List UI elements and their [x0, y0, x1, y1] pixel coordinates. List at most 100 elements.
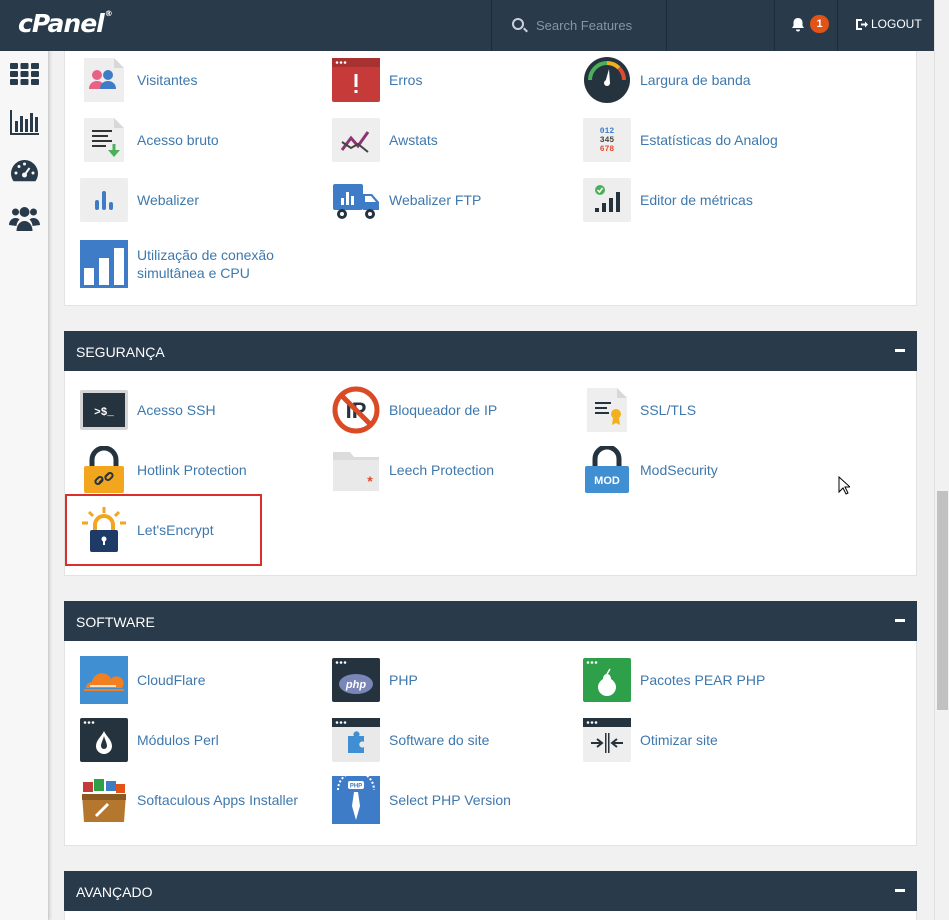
feature-label: SSL/TLS: [640, 402, 697, 418]
feature-label: Bloqueador de IP: [389, 402, 498, 418]
metrics-editor-icon: [583, 178, 631, 222]
feature-label: Hotlink Protection: [137, 462, 247, 478]
panel-title: SOFTWARE: [76, 614, 155, 630]
feature-label: Estatísticas do Analog: [640, 132, 778, 148]
feature-webalizer[interactable]: Webalizer: [80, 174, 330, 226]
collapse-icon[interactable]: [895, 349, 905, 352]
feature-bandwidth[interactable]: Largura de banda: [583, 54, 833, 106]
feature-ssh-access[interactable]: >$_ Acesso SSH: [80, 384, 330, 436]
visitors-icon: [84, 58, 124, 102]
grid-icon[interactable]: [9, 58, 40, 89]
ip-blocker-icon: IP: [332, 386, 380, 434]
feature-hotlink-protection[interactable]: Hotlink Protection: [80, 444, 330, 496]
feature-label: Software do site: [389, 732, 490, 748]
folder-icon: *: [333, 452, 379, 491]
feature-perl-modules[interactable]: Módulos Perl: [80, 714, 330, 766]
feature-visitors[interactable]: Visitantes: [80, 54, 330, 106]
feature-optimize-site[interactable]: Otimizar site: [583, 714, 833, 766]
feature-label: Select PHP Version: [389, 792, 511, 808]
notification-badge: 1: [810, 15, 829, 33]
advanced-panel-header[interactable]: AVANÇADO: [64, 871, 917, 911]
feature-label: Awstats: [389, 132, 438, 148]
feature-label: Pacotes PEAR PHP: [640, 672, 766, 688]
feature-label: Módulos Perl: [137, 732, 219, 748]
search-box: [491, 0, 667, 51]
search-input[interactable]: [536, 14, 661, 36]
advanced-panel: [64, 911, 917, 920]
compress-arrows-icon: [583, 718, 631, 762]
pear-icon: [583, 658, 631, 702]
feature-label: Webalizer FTP: [389, 192, 482, 208]
feature-label: ModSecurity: [640, 462, 718, 478]
feature-label: Softaculous Apps Installer: [137, 792, 299, 808]
main-content: Visitantes Erros Largura de banda Acesso…: [49, 51, 934, 920]
feature-label: Webalizer: [137, 192, 199, 208]
cpanel-logo[interactable]: cPanel®: [18, 9, 113, 38]
error-window-icon: [332, 58, 380, 102]
logout-label: LOGOUT: [871, 17, 922, 31]
security-panel-header[interactable]: SEGURANÇA: [64, 331, 917, 371]
puzzle-window-icon: [332, 718, 380, 762]
sidebar: [0, 51, 49, 920]
truck-icon: [333, 184, 379, 219]
notifications-button[interactable]: 1: [774, 0, 838, 51]
svg-text:012: 012: [600, 127, 615, 136]
feature-label: Acesso SSH: [137, 402, 216, 418]
feature-errors[interactable]: Erros: [332, 54, 582, 106]
feature-label: Otimizar site: [640, 732, 718, 748]
feature-label: Largura de banda: [640, 72, 751, 88]
search-icon: [512, 18, 524, 30]
php-window-icon: php: [332, 658, 380, 702]
svg-text:PHP: PHP: [350, 784, 362, 790]
feature-modsecurity[interactable]: MOD ModSecurity: [583, 444, 833, 496]
feature-ip-blocker[interactable]: IP Bloqueador de IP: [332, 384, 582, 436]
feature-label: Erros: [389, 72, 423, 88]
analog-numbers-icon: 012 345 678: [583, 118, 631, 162]
feature-select-php-version[interactable]: PHP Select PHP Version: [332, 774, 582, 826]
users-icon[interactable]: [9, 203, 40, 234]
bell-icon: [792, 18, 804, 32]
logout-button[interactable]: LOGOUT: [855, 17, 922, 31]
feature-ssl-tls[interactable]: SSL/TLS: [583, 384, 833, 436]
feature-pear-packages[interactable]: Pacotes PEAR PHP: [583, 654, 833, 706]
feature-cloudflare[interactable]: CloudFlare: [80, 654, 330, 706]
feature-webalizer-ftp[interactable]: Webalizer FTP: [332, 174, 582, 226]
page-scrollbar[interactable]: [934, 0, 949, 920]
feature-php[interactable]: php PHP: [332, 654, 582, 706]
padlock-chain-icon: [84, 446, 124, 493]
collapse-icon[interactable]: [895, 889, 905, 892]
cloudflare-icon: [80, 656, 128, 704]
svg-text:678: 678: [600, 145, 615, 154]
dashboard-icon[interactable]: [9, 156, 40, 187]
logout-icon: [856, 18, 868, 30]
cpu-usage-icon: [80, 240, 128, 288]
terminal-icon: >$_: [80, 390, 128, 430]
feature-label: Acesso bruto: [137, 132, 219, 148]
awstats-icon: [332, 118, 380, 162]
gauge-icon: [584, 57, 630, 103]
feature-site-software[interactable]: Software do site: [332, 714, 582, 766]
feature-softaculous[interactable]: Softaculous Apps Installer: [80, 774, 330, 826]
webalizer-icon: [80, 178, 128, 222]
software-panel-header[interactable]: SOFTWARE: [64, 601, 917, 641]
feature-leech-protection[interactable]: * Leech Protection: [332, 444, 582, 496]
svg-text:MOD: MOD: [594, 475, 620, 487]
panel-title: AVANÇADO: [76, 884, 153, 900]
collapse-icon[interactable]: [895, 619, 905, 622]
modsecurity-lock-icon: MOD: [585, 446, 629, 493]
feature-awstats[interactable]: Awstats: [332, 114, 582, 166]
feature-raw-access[interactable]: Acesso bruto: [80, 114, 330, 166]
feature-analog[interactable]: 012 345 678 Estatísticas do Analog: [583, 114, 833, 166]
stats-icon[interactable]: [9, 107, 40, 138]
feature-metrics-editor[interactable]: Editor de métricas: [583, 174, 833, 226]
feature-label: PHP: [389, 672, 418, 688]
feature-cpu-usage[interactable]: Utilização de conexão simultânea e CPU: [80, 238, 330, 290]
svg-text:345: 345: [600, 136, 615, 145]
scrollbar-thumb[interactable]: [937, 491, 948, 710]
feature-label: Utilização de conexão simultânea e CPU: [137, 247, 274, 281]
feature-label: Editor de métricas: [640, 192, 753, 208]
feature-label: Leech Protection: [389, 462, 495, 478]
software-panel: CloudFlare php PHP Pacotes PEAR PHP Módu…: [64, 641, 917, 846]
feature-label: CloudFlare: [137, 672, 206, 688]
top-bar: cPanel® 1 LOGOUT: [0, 0, 934, 51]
